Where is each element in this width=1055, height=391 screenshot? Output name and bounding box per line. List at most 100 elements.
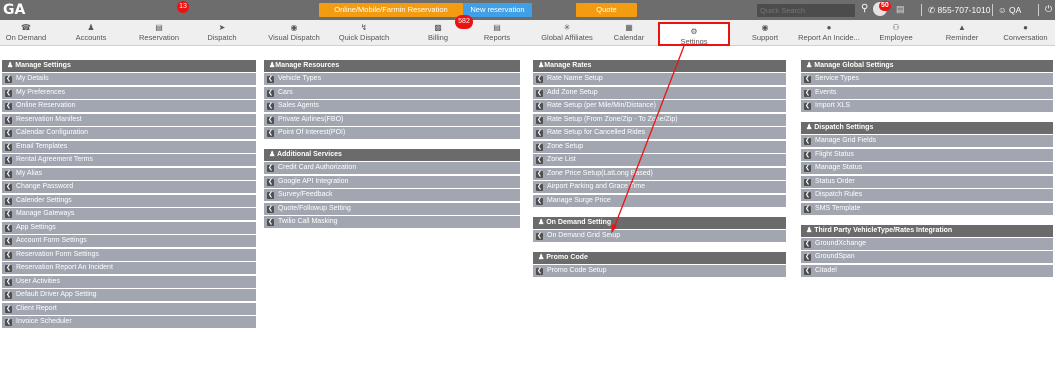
chevron-left-icon: ❮ (5, 130, 12, 137)
power-icon[interactable]: ⏻ (1045, 4, 1052, 15)
nav-conversation[interactable]: ● Conversation (996, 20, 1055, 46)
menu-item-private-airlines-fbo[interactable]: ❮ Private Airlines(FBO) (264, 113, 520, 126)
menu-item-manage-gateways[interactable]: ❮ Manage Gateways (2, 208, 256, 220)
menu-item-groundxchange[interactable]: ❮ GroundXchange (801, 237, 1053, 250)
menu-item-label: Manage Status (815, 164, 863, 171)
menu-item-label: Survey/Feedback (278, 191, 333, 198)
menu-item-app-settings[interactable]: ❮ App Settings (2, 221, 256, 234)
chevron-left-icon: ❮ (536, 89, 543, 97)
menu-item-label: Private Airlines(FBO) (278, 115, 344, 123)
menu-item-promo-code-setup[interactable]: ❮ Promo Code Setup (533, 264, 786, 277)
menu-item-default-driver-app-setting[interactable]: ❮ Default Driver App Setting (2, 289, 256, 301)
menu-item-label: My Alias (16, 169, 43, 177)
menu-item-change-password[interactable]: ❮ Change Password (2, 181, 256, 193)
nav-on-demand[interactable]: ☎ On Demand (0, 20, 52, 46)
nav-quick-dispatch[interactable]: ↯ Quick Dispatch (332, 20, 396, 46)
network-icon: ✳ (563, 23, 571, 32)
menu-item-add-zone-setup[interactable]: ❮ Add Zone Setup (533, 86, 786, 99)
menu-item-invoice-scheduler[interactable]: ❮ Invoice Scheduler (2, 316, 256, 328)
menu-item-point-of-interest-poi[interactable]: ❮ Point Of Interest(POI) (264, 127, 520, 139)
nav-reservation[interactable]: ▤ Reservation (128, 20, 190, 46)
nav-report-incident[interactable]: ● Report An Incide... (796, 20, 862, 46)
menu-item-label: Email Templates (16, 142, 68, 150)
menu-item-rate-setup-from-zone-zip-to-zone-zip[interactable]: ❮ Rate Setup (From Zone/Zip - To Zone/Zip… (533, 113, 786, 126)
menu-item-zone-list[interactable]: ❮ Zone List (533, 154, 786, 166)
nav-accounts[interactable]: ♟ Accounts (60, 20, 122, 46)
menu-item-label: Service Types (815, 75, 859, 82)
menu-item-citadel[interactable]: ❮ Citadel (801, 264, 1053, 277)
on-demand-setting-header: ♟ On Demand Setting (533, 216, 786, 229)
menu-item-sms-template[interactable]: ❮ SMS Template (801, 202, 1053, 215)
menu-item-twilio-call-masking[interactable]: ❮ Twilio Call Masking (264, 216, 520, 228)
nav-dispatch[interactable]: ➤ Dispatch (194, 20, 250, 46)
section-title: Manage Rates (544, 62, 592, 69)
nav-reminder[interactable]: ▲ Reminder (936, 20, 988, 46)
nav-global-affiliates[interactable]: ✳ Global Affiliates (534, 20, 600, 46)
menu-item-calender-settings[interactable]: ❮ Calender Settings (2, 194, 256, 207)
quote-button[interactable]: Quote (576, 3, 637, 17)
menu-item-rate-setup-for-cancelled-rides[interactable]: ❮ Rate Setup for Cancelled Rides (533, 127, 786, 139)
menu-item-google-api-integration[interactable]: ❮ Google API Integration (264, 175, 520, 188)
menu-item-label: Citadel (815, 266, 837, 274)
menu-item-account-form-settings[interactable]: ❮ Account Form Settings (2, 235, 256, 247)
menu-item-my-alias[interactable]: ❮ My Alias (2, 167, 256, 180)
menu-item-calendar-configuration[interactable]: ❮ Calendar Configuration (2, 127, 256, 139)
menu-item-sales-agents[interactable]: ❮ Sales Agents (264, 100, 520, 112)
menu-item-on-demand-grid-setup[interactable]: ❮ On Demand Grid Setup (533, 229, 786, 242)
nav-reports[interactable]: ▤ Reports (472, 20, 522, 46)
menu-item-label: Promo Code Setup (547, 266, 607, 274)
user-menu[interactable]: ☺ QA (998, 5, 1021, 15)
menu-item-events[interactable]: ❮ Events (801, 86, 1053, 99)
menu-item-my-preferences[interactable]: ❮ My Preferences (2, 86, 256, 99)
menu-item-label: Manage Gateways (16, 210, 75, 217)
nav-settings[interactable]: ⚙ Settings (658, 22, 730, 46)
menu-item-label: Twilio Call Masking (278, 218, 338, 225)
menu-item-survey-feedback[interactable]: ❮ Survey/Feedback (264, 189, 520, 201)
menu-item-label: Google API Integration (278, 177, 349, 185)
menu-item-label: Rate Name Setup (547, 75, 603, 82)
nav-visual-dispatch[interactable]: ◉ Visual Dispatch (262, 20, 326, 46)
menu-item-status-order[interactable]: ❮ Status Order (801, 175, 1053, 188)
menu-item-dispatch-rules[interactable]: ❮ Dispatch Rules (801, 189, 1053, 201)
menu-item-zone-setup[interactable]: ❮ Zone Setup (533, 140, 786, 153)
menu-item-reservation-manifest[interactable]: ❮ Reservation Manifest (2, 113, 256, 126)
menu-item-my-details[interactable]: ❮ My Details (2, 73, 256, 85)
chevron-left-icon: ❮ (804, 89, 811, 97)
quick-search-input[interactable] (757, 4, 855, 17)
menu-item-client-report[interactable]: ❮ Client Report (2, 302, 256, 315)
online-reservation-button[interactable]: Online/Mobile/Farmin Reservation (319, 3, 463, 17)
chevron-left-icon: ❮ (5, 157, 12, 164)
nav-calendar[interactable]: ▦ Calendar (606, 20, 652, 46)
menu-item-quote-followup-setting[interactable]: ❮ Quote/Followup Setting (264, 202, 520, 215)
menu-item-airport-parking-and-grace-time[interactable]: ❮ Airport Parking and Grace Time (533, 181, 786, 193)
menu-item-manage-status[interactable]: ❮ Manage Status (801, 162, 1053, 174)
menu-item-cars[interactable]: ❮ Cars (264, 86, 520, 99)
chart-icon[interactable]: ▤ (896, 4, 905, 15)
nav-employee[interactable]: ⚇ Employee (870, 20, 922, 46)
menu-item-credit-card-authorization[interactable]: ❮ Credit Card Authorization (264, 162, 520, 174)
menu-item-label: Quote/Followup Setting (278, 204, 351, 212)
menu-item-label: My Details (16, 75, 49, 82)
menu-item-groundspan[interactable]: ❮ GroundSpan (801, 251, 1053, 263)
menu-item-service-types[interactable]: ❮ Service Types (801, 73, 1053, 85)
menu-item-online-reservation[interactable]: ❮ Online Reservation (2, 100, 256, 112)
menu-item-email-templates[interactable]: ❮ Email Templates (2, 140, 256, 153)
menu-item-reservation-form-settings[interactable]: ❮ Reservation Form Settings (2, 248, 256, 261)
menu-item-rate-setup-per-mile-min-distance[interactable]: ❮ Rate Setup (per Mile/Min/Distance) (533, 100, 786, 112)
menu-item-rental-agreement-terms[interactable]: ❮ Rental Agreement Terms (2, 154, 256, 166)
chevron-left-icon: ❮ (267, 130, 274, 137)
nav-support[interactable]: ◉ Support (740, 20, 790, 46)
menu-item-manage-grid-fields[interactable]: ❮ Manage Grid Fields (801, 135, 1053, 147)
menu-item-flight-status[interactable]: ❮ Flight Status (801, 148, 1053, 161)
menu-item-rate-name-setup[interactable]: ❮ Rate Name Setup (533, 73, 786, 85)
menu-item-reservation-report-an-incident[interactable]: ❮ Reservation Report An Incident (2, 262, 256, 274)
menu-item-label: Status Order (815, 177, 855, 185)
new-reservation-button[interactable]: New reservation (463, 3, 532, 17)
menu-item-import-xls[interactable]: ❮ Import XLS (801, 100, 1053, 112)
menu-item-manage-surge-price[interactable]: ❮ Manage Surge Price (533, 194, 786, 207)
menu-item-user-activities[interactable]: ❮ User Activities (2, 275, 256, 288)
menu-item-vehicle-types[interactable]: ❮ Vehicle Types (264, 73, 520, 85)
menu-item-zone-price-setup-latlong-based[interactable]: ❮ Zone Price Setup(LatLong Based) (533, 167, 786, 180)
menu-item-label: Client Report (16, 304, 57, 312)
search-icon[interactable]: ⚲ (861, 3, 868, 14)
